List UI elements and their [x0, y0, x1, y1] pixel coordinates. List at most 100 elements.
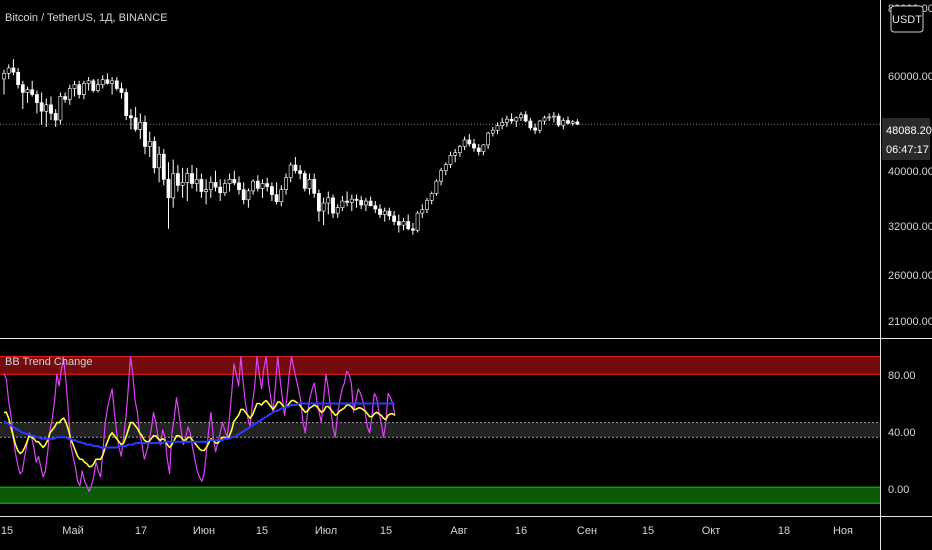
- candle-body: [354, 198, 359, 201]
- candle-body: [72, 84, 77, 89]
- time-tick: Сен: [577, 525, 597, 537]
- candle: [124, 88, 129, 121]
- candle-body: [495, 125, 500, 131]
- candle-body: [537, 120, 542, 131]
- candle-body: [316, 193, 321, 212]
- candle-body: [251, 180, 256, 192]
- price-tick: 21000.00: [888, 316, 932, 328]
- candle-body: [180, 182, 185, 186]
- candle-body: [476, 147, 481, 152]
- candle-body: [519, 114, 523, 119]
- candle-body: [260, 183, 265, 189]
- candle-body: [425, 200, 429, 211]
- candle-body: [11, 67, 16, 73]
- candle-body: [166, 179, 171, 199]
- candle-body: [575, 121, 580, 125]
- candle-body: [176, 173, 180, 186]
- candle-body: [246, 190, 251, 201]
- candle-body: [434, 180, 439, 194]
- candle-body: [86, 80, 91, 84]
- candle-body: [241, 189, 246, 201]
- candle-body: [486, 132, 491, 146]
- candle-body: [77, 84, 82, 95]
- candle-body: [340, 200, 345, 208]
- candle-body: [472, 143, 476, 149]
- candle-body: [204, 189, 209, 192]
- candle-body: [500, 122, 505, 126]
- candle-body: [302, 173, 307, 189]
- candle-body: [331, 197, 335, 214]
- candle-body: [274, 194, 279, 203]
- last-price-countdown: 06:47:17: [886, 144, 929, 156]
- candle-body: [96, 84, 100, 91]
- candle-body: [25, 89, 30, 93]
- candle-body: [528, 120, 533, 129]
- indicator-tick: 80.00: [888, 370, 916, 382]
- candle-body: [2, 73, 6, 80]
- candle-body: [378, 208, 382, 215]
- candle-body: [63, 96, 68, 100]
- candle-body: [288, 164, 293, 178]
- time-tick: 15: [1, 525, 13, 537]
- candle-body: [119, 88, 124, 93]
- candle-body: [448, 155, 453, 165]
- last-price-value: 48088.20: [886, 125, 932, 137]
- candle-body: [100, 79, 105, 85]
- candle-body: [143, 122, 147, 147]
- candle: [415, 211, 420, 233]
- candle-body: [387, 210, 392, 217]
- candle: [434, 179, 439, 196]
- candle-body: [124, 92, 129, 116]
- candle-body: [326, 197, 331, 204]
- currency-badge[interactable]: USDT: [890, 5, 924, 33]
- trading-chart[interactable]: Bitcoin / TetherUS, 1Д, BINANCE BB Trend…: [0, 0, 932, 550]
- candle-body: [551, 115, 556, 118]
- candle-body: [373, 205, 378, 210]
- candle-body: [368, 200, 373, 206]
- candle-body: [138, 122, 143, 130]
- candle-body: [429, 193, 434, 201]
- candle-body: [312, 179, 317, 194]
- candle-body: [293, 164, 298, 171]
- indicator-tick: 0.00: [888, 484, 909, 496]
- price-tick: 26000.00: [888, 270, 932, 282]
- candle-body: [504, 118, 509, 123]
- candle-body: [82, 83, 86, 95]
- candle-body: [490, 129, 495, 134]
- time-tick: 16: [515, 525, 527, 537]
- indicator-tick: 40.00: [888, 427, 916, 439]
- candle-body: [147, 141, 152, 147]
- candle-body: [44, 104, 49, 112]
- candle-body: [279, 189, 284, 203]
- candle-body: [462, 139, 467, 147]
- candle-body: [213, 182, 218, 188]
- candle-body: [514, 117, 519, 122]
- candle-body: [566, 120, 570, 124]
- candle-body: [420, 209, 425, 214]
- time-tick: Июл: [315, 525, 337, 537]
- candle-body: [190, 173, 194, 184]
- candle-body: [556, 115, 561, 126]
- candle-body: [509, 118, 514, 122]
- candle-body: [410, 228, 415, 231]
- candle-body: [457, 146, 462, 153]
- time-tick: Май: [62, 525, 84, 537]
- candle-body: [533, 127, 538, 131]
- candle-body: [232, 179, 237, 184]
- time-tick: Июн: [193, 525, 215, 537]
- candle-body: [481, 144, 486, 152]
- price-tick: 40000.00: [888, 166, 932, 178]
- price-tick: 60000.00: [888, 71, 932, 83]
- candle-body: [307, 179, 312, 189]
- candle-body: [547, 116, 552, 119]
- candle-body: [20, 84, 25, 93]
- candle-body: [265, 183, 270, 187]
- time-tick: Ноя: [833, 525, 853, 537]
- time-tick: Авг: [450, 525, 467, 537]
- candle-body: [53, 113, 58, 121]
- candle-body: [349, 198, 354, 203]
- time-tick: 18: [778, 525, 790, 537]
- candle-body: [58, 96, 63, 121]
- time-tick: 17: [135, 525, 147, 537]
- candle-body: [335, 207, 340, 214]
